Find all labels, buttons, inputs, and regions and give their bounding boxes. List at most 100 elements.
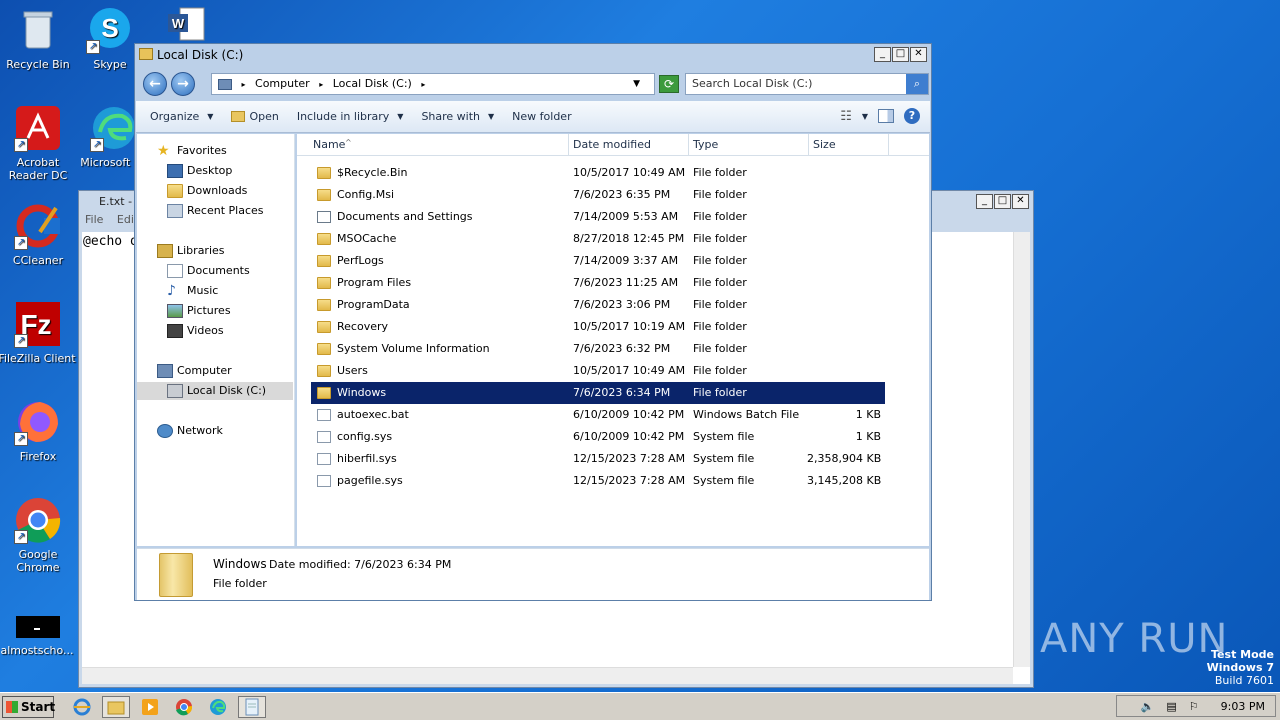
nav-desktop[interactable]: Desktop (167, 162, 232, 180)
minimize-button[interactable]: _ (976, 194, 993, 209)
nav-label: Pictures (187, 304, 231, 317)
menu-file[interactable]: File (85, 213, 103, 226)
desktop-icon-ccleaner[interactable]: ↗ CCleaner (0, 202, 76, 267)
breadcrumb-computer[interactable]: Computer (255, 77, 310, 90)
nav-downloads[interactable]: Downloads (167, 182, 247, 200)
table-row[interactable]: hiberfil.sys 12/15/2023 7:28 AM System fil… (311, 448, 885, 470)
desktop-icon-acrobat[interactable]: ↗ Acrobat Reader DC (0, 104, 76, 182)
nav-pictures[interactable]: Pictures (167, 302, 231, 320)
desktop-icon-almostscho[interactable]: almostscho... (0, 614, 76, 657)
back-button[interactable]: ← (143, 72, 167, 96)
desktop-icon-firefox[interactable]: ↗ Firefox (0, 398, 76, 463)
column-header-name[interactable]: Name (297, 132, 569, 156)
horizontal-scrollbar[interactable] (82, 667, 1013, 684)
close-button[interactable]: ✕ (910, 47, 927, 62)
file-date-cell: 7/6/2023 11:25 AM (573, 276, 679, 289)
clock[interactable]: 9:03 PM (1221, 700, 1265, 713)
help-icon[interactable]: ? (904, 108, 920, 124)
folder-icon (317, 277, 331, 289)
file-type-cell: System file (693, 474, 755, 487)
taskbar-edge-icon[interactable] (204, 696, 232, 718)
table-row[interactable]: pagefile.sys 12/15/2023 7:28 AM System fil… (311, 470, 885, 492)
file-name: pagefile.sys (337, 474, 403, 487)
desktop-icon-recycle-bin[interactable]: Recycle Bin (0, 6, 76, 71)
recent-places-icon (167, 204, 183, 218)
taskbar-media-player-icon[interactable] (136, 696, 164, 718)
file-size-cell (807, 162, 885, 184)
file-name: Users (337, 364, 368, 377)
column-label: Date modified (573, 138, 651, 151)
search-input[interactable]: Search Local Disk (C:) ⌕ (685, 73, 929, 95)
table-row[interactable]: PerfLogs 7/14/2009 3:37 AM File folder (311, 250, 885, 272)
new-folder-button[interactable]: New folder (512, 110, 571, 123)
vertical-scrollbar[interactable] (1013, 232, 1030, 667)
taskbar-ie-icon[interactable] (68, 696, 96, 718)
organize-button[interactable]: Organize ▼ (150, 110, 213, 123)
nav-libraries[interactable]: Libraries (157, 242, 225, 260)
nav-music[interactable]: ♪ Music (167, 282, 218, 300)
nav-documents[interactable]: Documents (167, 262, 250, 280)
maximize-button[interactable]: □ (994, 194, 1011, 209)
table-row[interactable]: Program Files 7/6/2023 11:25 AM File folde… (311, 272, 885, 294)
table-row[interactable]: System Volume Information 7/6/2023 6:32 P… (311, 338, 885, 360)
column-header-date[interactable]: Date modified (569, 134, 689, 156)
maximize-button[interactable]: □ (892, 47, 909, 62)
forward-button[interactable]: → (171, 72, 195, 96)
table-row[interactable]: Documents and Settings 7/14/2009 5:53 AM F… (311, 206, 885, 228)
table-row[interactable]: MSOCache 8/27/2018 12:45 PM File folder (311, 228, 885, 250)
volume-icon[interactable]: 🔈 (1141, 700, 1155, 713)
table-row[interactable]: $Recycle.Bin 10/5/2017 10:49 AM File folde… (311, 162, 885, 184)
chevron-right-icon[interactable]: ▸ (421, 80, 425, 89)
nav-local-disk[interactable]: Local Disk (C:) (137, 382, 293, 400)
change-view-icon[interactable]: ☷ (840, 109, 852, 124)
nav-videos[interactable]: Videos (167, 322, 224, 340)
flag-icon[interactable]: ⚐ (1189, 700, 1199, 713)
table-row[interactable]: Windows 7/6/2023 6:34 PM File folder (311, 382, 885, 404)
svg-text:W: W (172, 16, 185, 31)
chevron-right-icon[interactable]: ▸ (242, 80, 246, 89)
taskbar-chrome-icon[interactable] (170, 696, 198, 718)
explorer-titlebar[interactable]: Local Disk (C:) (135, 44, 931, 66)
table-row[interactable]: autoexec.bat 6/10/2009 10:42 PM Windows Ba… (311, 404, 885, 426)
file-size-cell (807, 294, 885, 316)
taskbar-explorer-icon[interactable] (102, 695, 130, 718)
desktop: Recycle Bin S ↗ Skype W ↗ Acrobat Reader… (0, 0, 1280, 692)
table-row[interactable]: ProgramData 7/6/2023 3:06 PM File folder (311, 294, 885, 316)
column-header-size[interactable]: Size (809, 134, 889, 156)
nav-computer[interactable]: Computer (157, 362, 232, 380)
chevron-down-icon[interactable]: ▼ (633, 74, 640, 94)
start-button[interactable]: Start (2, 695, 55, 718)
taskbar-notepad-icon[interactable] (238, 695, 266, 718)
share-with-button[interactable]: Share with ▼ (421, 110, 494, 123)
desktop-icon-word-doc[interactable]: W (150, 6, 226, 46)
nav-network[interactable]: Network (157, 422, 223, 440)
file-size-cell: 1 KB (855, 430, 881, 443)
table-row[interactable]: Recovery 10/5/2017 10:19 AM File folder (311, 316, 885, 338)
refresh-button[interactable]: ⟳ (659, 75, 679, 93)
nav-favorites[interactable]: ★ Favorites (157, 142, 227, 160)
desktop-icon-chrome[interactable]: ↗ Google Chrome (0, 496, 76, 574)
include-in-library-button[interactable]: Include in library ▼ (297, 110, 404, 123)
close-button[interactable]: ✕ (1012, 194, 1029, 209)
notepad-content: @echo o (83, 234, 138, 249)
folder-icon (317, 189, 331, 201)
desktop-icon-filezilla[interactable]: Fz ↗ FileZilla Client (0, 300, 76, 365)
column-header-type[interactable]: Type (689, 134, 809, 156)
chevron-down-icon[interactable]: ▼ (862, 112, 868, 121)
network-tray-icon[interactable]: ▤ (1166, 700, 1176, 713)
drive-icon (139, 48, 153, 60)
table-row[interactable]: Users 10/5/2017 10:49 AM File folder (311, 360, 885, 382)
minimize-button[interactable]: _ (874, 47, 891, 62)
nav-recent-places[interactable]: Recent Places (167, 202, 264, 220)
file-type-cell: File folder (693, 320, 747, 333)
breadcrumb-local-disk[interactable]: Local Disk (C:) (333, 77, 412, 90)
explorer-window[interactable]: Local Disk (C:) _ □ ✕ ← → ▸ Computer ▸ L… (134, 43, 932, 601)
file-size-cell (807, 184, 885, 206)
open-button[interactable]: Open (231, 110, 279, 123)
preview-pane-icon[interactable] (878, 109, 894, 123)
table-row[interactable]: Config.Msi 7/6/2023 6:35 PM File folder (311, 184, 885, 206)
search-icon[interactable]: ⌕ (906, 74, 928, 94)
table-row[interactable]: config.sys 6/10/2009 10:42 PM System file 1… (311, 426, 885, 448)
address-field[interactable]: ▸ Computer ▸ Local Disk (C:) ▸ ▼ (211, 73, 655, 95)
chevron-right-icon[interactable]: ▸ (319, 80, 323, 89)
